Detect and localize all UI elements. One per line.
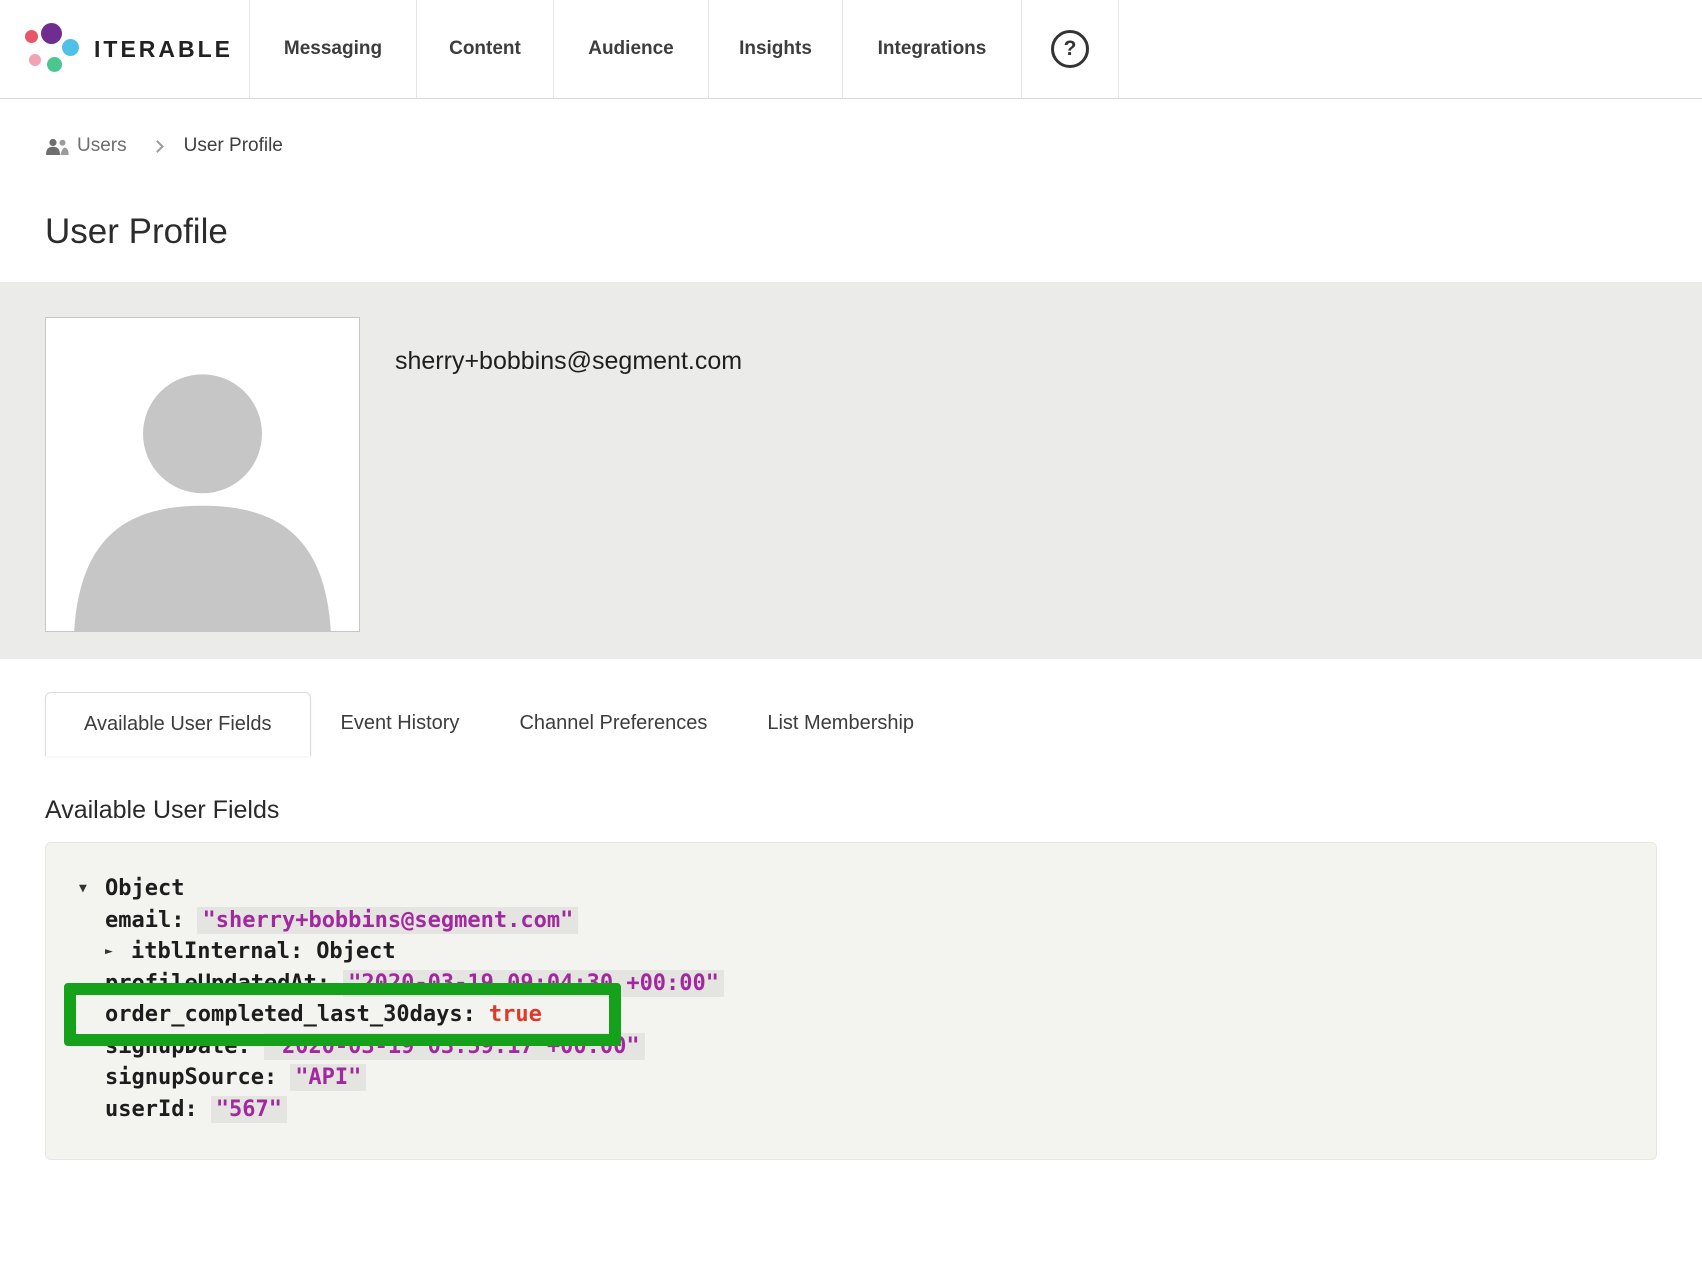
json-root-row: ▼Object — [46, 873, 1626, 905]
nav-item-audience[interactable]: Audience — [554, 0, 709, 98]
tab-label: Available User Fields — [84, 713, 272, 736]
field-row-profileupdatedat: profileUpdatedAt:"2020-03-19 09:04:30 +0… — [46, 968, 1626, 1000]
page-title: User Profile — [45, 213, 1702, 252]
json-root-label: Object — [105, 876, 184, 901]
users-icon — [45, 138, 69, 155]
tab-label: Event History — [341, 712, 460, 735]
profile-email: sherry+bobbins@segment.com — [395, 347, 742, 376]
field-row-userid: userId:"567" — [46, 1094, 1626, 1126]
logo-dot-red — [25, 30, 38, 43]
nav-item-label: Insights — [739, 38, 812, 60]
field-row-signupdate: signupDate:"2020-03-19 03:59:17 +00:00" — [46, 1031, 1626, 1063]
field-value: "sherry+bobbins@segment.com" — [197, 907, 578, 934]
nav-item-label: Messaging — [284, 38, 382, 60]
nav-item-insights[interactable]: Insights — [709, 0, 843, 98]
top-navigation: ITERABLE Messaging Content Audience Insi… — [0, 0, 1702, 99]
tab-label: List Membership — [767, 712, 914, 735]
field-key: itblInternal: — [131, 939, 316, 964]
tab-channel-preferences[interactable]: Channel Preferences — [489, 692, 737, 756]
logo-dot-purple — [41, 23, 62, 44]
breadcrumb: Users User Profile — [0, 99, 1702, 157]
nav-item-content[interactable]: Content — [417, 0, 554, 98]
logo-dot-blue — [62, 39, 79, 56]
chevron-right-icon — [151, 140, 164, 153]
breadcrumb-current: User Profile — [184, 135, 283, 157]
field-key: order_completed_last_30days: — [105, 1002, 489, 1027]
expanded-triangle-icon[interactable]: ▼ — [79, 873, 105, 905]
field-key: userId: — [105, 1097, 211, 1122]
help-icon[interactable]: ? — [1051, 30, 1089, 68]
brand-wordmark: ITERABLE — [94, 36, 233, 63]
breadcrumb-users-label: Users — [77, 135, 127, 157]
nav-item-label: Content — [449, 38, 521, 60]
tab-event-history[interactable]: Event History — [311, 692, 490, 756]
field-value: "2020-03-19 03:59:17 +00:00" — [264, 1033, 645, 1060]
field-row-email: email:"sherry+bobbins@segment.com" — [46, 905, 1626, 937]
nav-item-messaging[interactable]: Messaging — [250, 0, 417, 98]
tab-available-user-fields[interactable]: Available User Fields — [45, 692, 311, 756]
field-row-order-completed-last-30days: order_completed_last_30days:true — [46, 999, 1626, 1031]
profile-hero: sherry+bobbins@segment.com — [0, 282, 1702, 659]
field-value: "2020-03-19 09:04:30 +00:00" — [343, 970, 724, 997]
field-row-signupsource: signupSource:"API" — [46, 1062, 1626, 1094]
field-key: profileUpdatedAt: — [105, 971, 343, 996]
field-value: "API" — [290, 1064, 366, 1091]
tab-label: Channel Preferences — [519, 712, 707, 735]
collapsed-triangle-icon[interactable]: ► — [105, 936, 131, 968]
field-key: signupSource: — [105, 1065, 290, 1090]
nav-item-label: Integrations — [878, 38, 987, 60]
help-menu[interactable]: ? — [1022, 0, 1119, 98]
profile-tabs: Available User Fields Event History Chan… — [45, 692, 1702, 756]
nav-item-label: Audience — [588, 38, 674, 60]
logo-dot-green — [47, 57, 62, 72]
field-value: "567" — [211, 1096, 287, 1123]
section-heading: Available User Fields — [45, 796, 1702, 825]
logo-dot-pink — [29, 54, 41, 66]
field-key: signupDate: — [105, 1034, 264, 1059]
tab-list-membership[interactable]: List Membership — [737, 692, 944, 756]
brand-home-link[interactable]: ITERABLE — [0, 0, 250, 98]
avatar — [45, 317, 360, 632]
nav-item-integrations[interactable]: Integrations — [843, 0, 1022, 98]
breadcrumb-users-link[interactable]: Users — [45, 135, 127, 157]
person-silhouette-icon — [46, 318, 359, 631]
iterable-logo-icon — [22, 22, 80, 76]
field-row-itblinternal[interactable]: ►itblInternal:Object — [46, 936, 1626, 968]
user-fields-json-viewer: ▼Object email:"sherry+bobbins@segment.co… — [45, 842, 1657, 1160]
field-value: true — [489, 1002, 542, 1027]
field-value: Object — [316, 939, 395, 964]
field-key: email: — [105, 908, 197, 933]
